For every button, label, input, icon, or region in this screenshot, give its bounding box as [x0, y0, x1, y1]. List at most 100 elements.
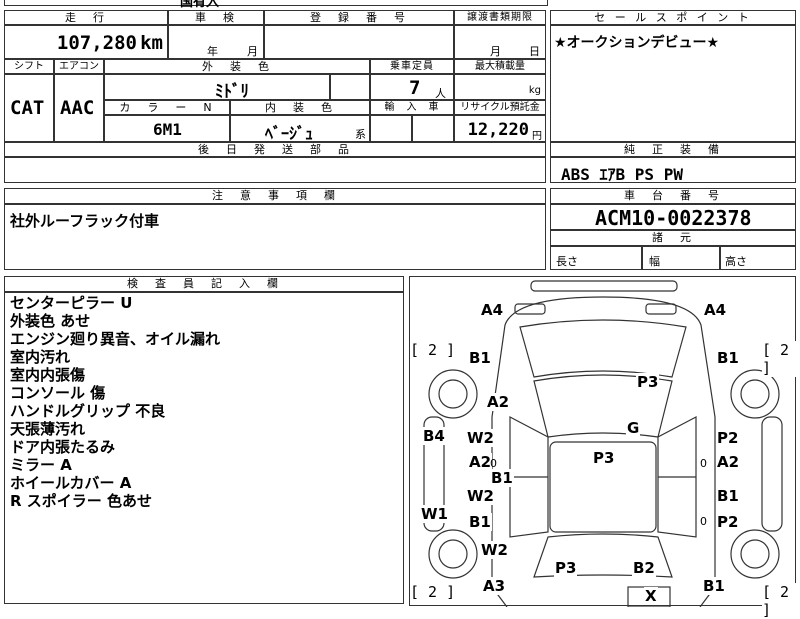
inspector-notes-list: センターピラー U 外装色 あせ エンジン廻り異音、オイル漏れ 室内汚れ 室内内張傷 コン… — [10, 294, 220, 510]
recycle-fee-unit: 円 — [532, 131, 542, 142]
mileage-value: 107,280 — [56, 32, 137, 54]
damage-mark: A2 — [468, 453, 493, 471]
damage-mark: A4 — [703, 301, 728, 319]
chassis-number-cell: ACM10-0022378 — [550, 204, 796, 230]
registration-label: 登 録 番 号 — [264, 10, 454, 25]
damage-mark: P3 — [636, 373, 660, 391]
color-no-cell: 6M1 — [104, 115, 230, 142]
transfer-month-unit: 月 — [490, 45, 501, 58]
panel-count-bracket: [ 2 ] — [410, 583, 456, 601]
transfer-deadline-cell: 月 日 — [454, 25, 546, 59]
panel-count-bracket: [ 2 ] — [762, 341, 797, 377]
recycle-fee-label: リサイクル預託金 — [454, 100, 546, 115]
inspector-label: 検 査 員 記 入 欄 — [4, 276, 404, 292]
inspector-note: R スポイラー 色あせ — [10, 492, 152, 510]
mileage-label: 走 行 — [4, 10, 168, 25]
max-load-cell: kg — [454, 74, 546, 100]
genuine-equipment-cell: ABS ｴｱB PS PW — [550, 157, 796, 184]
damage-marks-layer: A4 A4 B1 B1 P3 A2 G B4 W2 P2 P3 A2 A2 B1 W2 B1 W1 B1 P2 W2 P… — [410, 277, 797, 619]
exterior-color-sub-cell — [330, 74, 370, 100]
import-car-cell-b — [412, 115, 454, 142]
damage-mark: W2 — [466, 487, 495, 505]
interior-color-suffix: 系 — [355, 128, 366, 141]
damage-mark: A2 — [716, 453, 741, 471]
small-mark: 0 — [700, 515, 707, 528]
import-car-label: 輸 入 車 — [370, 100, 454, 115]
damage-mark: W2 — [466, 429, 495, 447]
later-parts-label: 後 日 発 送 部 品 — [4, 142, 546, 157]
small-mark: 0 — [700, 457, 707, 470]
damage-mark: B1 — [468, 513, 492, 531]
inspection-year-unit: 年 — [207, 45, 218, 58]
max-load-label: 最大積載量 — [454, 59, 546, 74]
damage-mark: P3 — [592, 449, 616, 467]
damage-mark: B1 — [490, 469, 514, 487]
capacity-unit: 人 — [435, 87, 446, 100]
panel-count-bracket: [ 2 ] — [762, 583, 797, 619]
sales-point-label: セ ー ル ス ポ イ ン ト — [550, 10, 796, 25]
damage-map-cell: A4 A4 B1 B1 P3 A2 G B4 W2 P2 P3 A2 A2 B1 W2 B1 W1 B1 P2 W2 P… — [409, 276, 797, 619]
damage-mark: P3 — [554, 559, 578, 577]
damage-mark: P2 — [716, 513, 740, 531]
mileage-unit: km — [140, 32, 163, 54]
inspector-note: ホイールカバー A — [10, 474, 132, 492]
exterior-color-value: ﾐﾄﾞﾘ — [215, 82, 249, 102]
sales-point-text: ★オークションデビュー★ — [554, 35, 720, 51]
inspector-note: ハンドルグリップ 不良 — [10, 402, 166, 420]
interior-color-cell: ﾍﾞｰｼﾞｭ 系 — [230, 115, 370, 143]
inspection-cell: 年 月 — [168, 25, 264, 59]
inspector-note: 室内内張傷 — [10, 366, 86, 384]
genuine-equipment-label: 純 正 装 備 — [550, 142, 796, 157]
top-strip-text: 国有入 — [180, 0, 220, 10]
damage-mark: A4 — [480, 301, 505, 319]
recycle-fee-cell: 12,220 円 — [454, 115, 546, 142]
max-load-unit: kg — [528, 85, 541, 96]
dimension-width-cell: 幅 — [642, 246, 720, 270]
exterior-color-label: 外 装 色 — [104, 59, 370, 74]
caution-cell: 社外ルーフラック付車 — [4, 204, 546, 270]
caution-label: 注 意 事 項 欄 — [4, 188, 546, 204]
recycle-fee-value: 12,220 — [467, 120, 529, 140]
inspector-note: エンジン廻り異音、オイル漏れ — [10, 330, 221, 348]
chassis-number-label: 車 台 番 号 — [550, 188, 796, 204]
transfer-deadline-label: 譲渡書類期限 — [454, 10, 546, 25]
chassis-number-value: ACM10-0022378 — [595, 206, 752, 230]
import-car-cell-a — [370, 115, 412, 142]
damage-mark: G — [626, 419, 641, 437]
capacity-value: 7 — [409, 77, 421, 99]
damage-mark: X — [644, 587, 658, 605]
capacity-cell: 7 人 — [370, 74, 454, 100]
inspector-note: 外装色 あせ — [10, 312, 91, 330]
aircon-label: エアコン — [54, 59, 104, 74]
small-mark: 0 — [490, 457, 497, 470]
dimension-length-label: 長さ — [556, 255, 578, 268]
inspection-month-unit: 月 — [247, 45, 258, 58]
dimension-height-cell: 高さ — [720, 246, 796, 270]
shift-value: CAT — [10, 97, 45, 119]
dimension-width-label: 幅 — [649, 255, 660, 268]
damage-mark: B1 — [716, 349, 740, 367]
inspector-note: センターピラー U — [10, 294, 133, 312]
interior-color-value: ﾍﾞｰｼﾞｭ — [265, 124, 314, 143]
caution-text: 社外ルーフラック付車 — [10, 212, 160, 230]
top-strip — [4, 0, 548, 6]
color-no-value: 6M1 — [153, 120, 182, 139]
interior-color-label: 内 装 色 — [230, 100, 370, 115]
inspector-note: 室内汚れ — [10, 348, 71, 366]
registration-cell — [264, 25, 454, 59]
inspector-note: コンソール 傷 — [10, 384, 106, 402]
damage-mark: A3 — [482, 577, 507, 595]
damage-mark: B1 — [702, 577, 726, 595]
genuine-equipment-value: ABS ｴｱB PS PW — [561, 165, 683, 184]
damage-mark: B1 — [468, 349, 492, 367]
inspection-label: 車 検 — [168, 10, 264, 25]
aircon-value: AAC — [60, 97, 95, 119]
inspector-note: ドア内張たるみ — [10, 438, 116, 456]
shift-cell: CAT — [4, 74, 54, 142]
panel-count-bracket: [ 2 ] — [410, 341, 456, 359]
inspector-note: 天張薄汚れ — [10, 420, 86, 438]
shift-label: シフト — [4, 59, 54, 74]
damage-mark: W1 — [420, 505, 449, 523]
exterior-color-cell: ﾐﾄﾞﾘ — [104, 74, 330, 102]
color-no-label: カ ラ ー N o. — [104, 100, 230, 128]
